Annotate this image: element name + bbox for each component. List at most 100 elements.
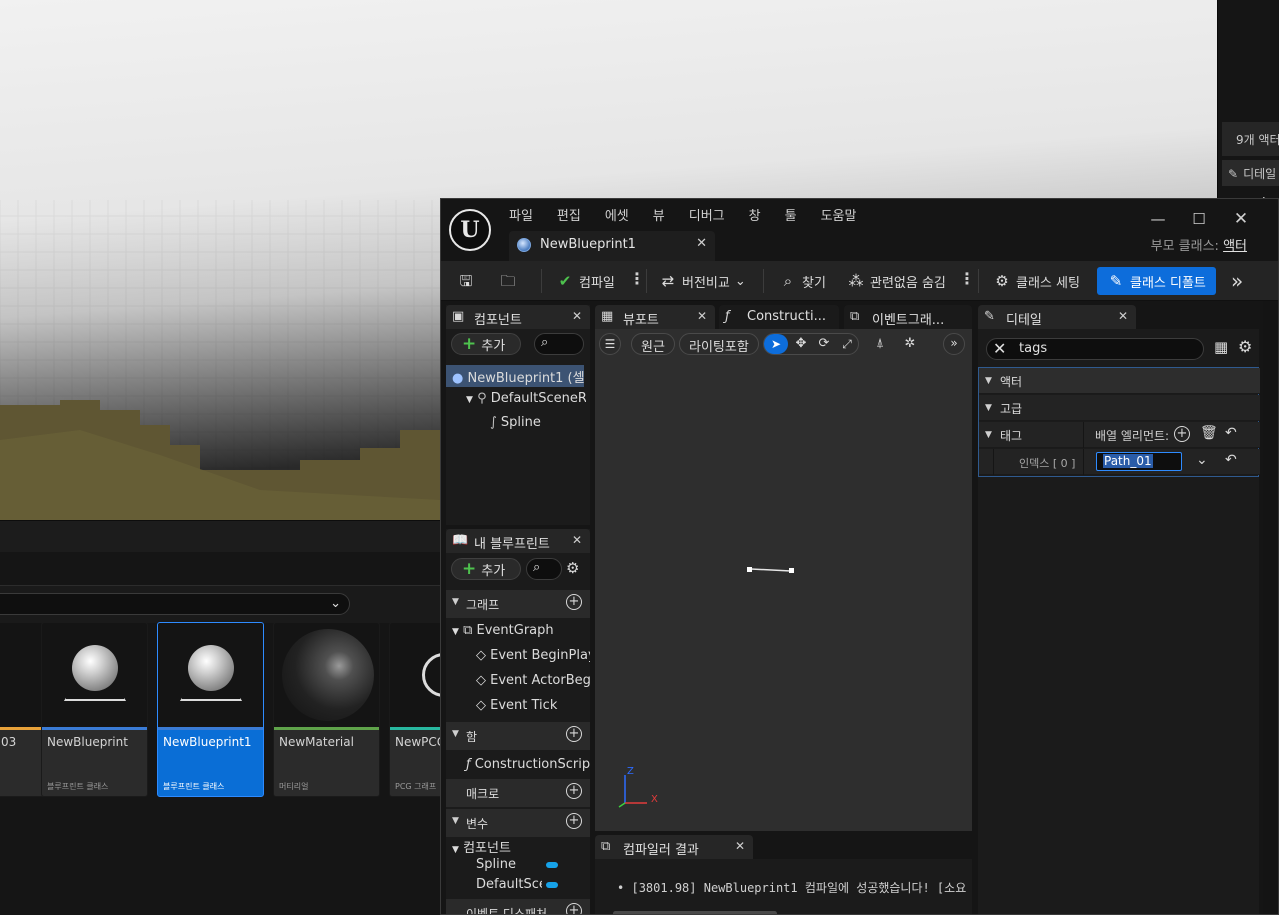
component-defaultsceneroot[interactable]: ▼ ⚲ DefaultSceneRoot [446,389,586,411]
close-tab-icon[interactable]: ✕ [697,309,707,323]
menu-help[interactable]: 도움말 [821,205,869,225]
collapse-arrow-icon: ▼ [985,430,992,440]
menu-edit[interactable]: 편집 [557,205,593,225]
title-bar[interactable]: U 파일 편집 에셋 뷰 디버그 창 툴 도움말 — ☐ ✕ NewBluepr… [441,199,1278,261]
add-member-button[interactable]: + 추가 [451,558,521,580]
property-tags[interactable]: ▼ 태그 배열 엘리먼트: + 🗑 ↶ [979,422,1260,448]
close-tab-icon[interactable]: ✕ [696,236,707,251]
blueprint-editor-window[interactable]: U 파일 편집 에셋 뷰 디버그 창 툴 도움말 — ☐ ✕ NewBluepr… [440,198,1279,915]
find-button[interactable]: ⌕ 찾기 [779,267,826,295]
reset-to-default-icon[interactable]: ↶ [1225,425,1237,441]
my-blueprint-search-input[interactable]: ⌕ [526,558,562,580]
pedestal-icon [180,689,242,701]
document-tab-newblueprint1[interactable]: NewBlueprint1 ✕ [509,231,715,261]
document-tab-label: NewBlueprint1 [540,237,636,252]
event-graph-item[interactable]: ▼ ⧉ EventGraph [446,619,590,641]
component-root-self[interactable]: ● NewBlueprint1 (셀프) [446,365,584,387]
section-graphs[interactable]: ▼ 그래프 + [446,590,590,618]
section-functions[interactable]: ▼ 함 + [446,722,590,750]
asset-tile[interactable]: NewBlueprint 블루프린트 클래스 [41,622,148,797]
asset-thumbnail [274,623,379,728]
menu-debug[interactable]: 디버그 [689,205,737,225]
class-settings-button[interactable]: ⚙ 클래스 세팅 [993,267,1080,295]
tab-construction-script[interactable]: ƒ Constructi... [719,305,839,329]
close-window-button[interactable]: ✕ [1231,209,1251,229]
menu-bar: 파일 편집 에셋 뷰 디버그 창 툴 도움말 [509,205,880,225]
component-spline[interactable]: ∫ Spline [446,413,586,435]
compile-button[interactable]: ✔ 컴파일 [556,267,615,295]
close-tab-icon[interactable]: ✕ [1118,309,1128,323]
category-actor[interactable]: ▼ 액터 [979,368,1260,394]
add-macro-icon[interactable]: + [566,783,582,799]
add-graph-icon[interactable]: + [566,594,582,610]
tag-value-input[interactable]: Path_01 [1096,452,1182,471]
table-view-icon[interactable]: ▦ [1214,338,1228,356]
trash-icon[interactable]: 🗑 [1200,425,1218,441]
my-blueprint-tab[interactable]: 📖 내 블루프린트 ✕ [446,529,590,553]
tab-label: 이벤트그래... [872,313,945,328]
asset-tile[interactable]: NewMaterial 머티리얼 [273,622,380,797]
add-array-element-icon[interactable]: + [1174,426,1190,442]
add-variable-icon[interactable]: + [566,813,582,829]
close-tab-icon[interactable]: ✕ [735,839,745,853]
horizontal-scrollbar[interactable] [613,911,777,914]
asset-tile-selected[interactable]: NewBlueprint1 블루프린트 클래스 [157,622,264,797]
function-item[interactable]: ƒ ConstructionScript [446,753,590,775]
details-tab[interactable]: ✎ 디테일 [1222,160,1279,186]
tab-compiler-results[interactable]: ⧉ 컴파일러 결과 ✕ [595,835,753,859]
content-browser-path-dropdown[interactable]: ⌄ [0,593,350,615]
unreal-logo-icon: U [449,209,491,251]
browse-button[interactable]: 🗀 [499,267,517,295]
event-item[interactable]: ◇ Event Tick [446,694,590,716]
asset-type-strip [274,727,379,730]
add-dispatcher-icon[interactable]: + [566,903,582,914]
compiler-results-panel: • [3801.98] NewBlueprint1 컴파일에 성공했습니다! [… [595,859,972,914]
gear-icon[interactable]: ⚙ [566,559,579,577]
event-item[interactable]: ◇ Event ActorBeginOverlap [446,669,590,691]
add-function-icon[interactable]: + [566,726,582,742]
diff-button[interactable]: ⇄ 버전비교 ⌄ [659,267,746,295]
tab-details[interactable]: ✎ 디테일 ✕ [978,305,1136,329]
components-tab[interactable]: ▣ 컴포넌트 ✕ [446,305,590,329]
add-label: 추가 [481,338,506,354]
details-search-input[interactable]: ✕ tags [986,338,1204,360]
section-macros[interactable]: 매크로 + [446,779,590,807]
variable-category[interactable]: ▼ 컴포넌트 [446,835,590,857]
reset-to-default-icon[interactable]: ↶ [1225,452,1237,468]
menu-asset[interactable]: 에셋 [605,205,641,225]
close-panel-icon[interactable]: ✕ [572,533,582,547]
close-panel-icon[interactable]: ✕ [572,309,582,323]
variable-item[interactable]: Spline [446,855,590,877]
section-variables[interactable]: ▼ 변수 + [446,809,590,837]
compiler-message[interactable]: • [3801.98] NewBlueprint1 컴파일에 성공했습니다! [… [617,879,966,896]
save-button[interactable]: 🖫 [457,267,475,295]
hide-unrelated-button[interactable]: ⁂ 관련없음 숨김 [847,267,946,295]
gear-icon[interactable]: ⚙ [1238,337,1252,356]
parent-class-link[interactable]: 액터 [1223,239,1247,254]
clear-search-icon[interactable]: ✕ [993,339,1006,358]
tab-label: 디테일 [1006,313,1042,328]
class-defaults-button[interactable]: ✎ 클래스 디폴트 [1097,267,1216,295]
tab-viewport[interactable]: ▦ 뷰포트 ✕ [595,305,715,329]
event-item[interactable]: ◇ Event BeginPlay [446,644,590,666]
category-advanced[interactable]: ▼ 고급 [979,395,1260,421]
menu-file[interactable]: 파일 [509,205,545,225]
menu-window[interactable]: 창 [749,205,773,225]
compile-options-icon[interactable]: ⋮ [629,269,645,288]
tab-event-graph[interactable]: ⧉ 이벤트그래... [844,305,972,329]
add-component-button[interactable]: + 추가 [451,333,521,355]
section-event-dispatchers[interactable]: 이벤트 디스패처 + [446,899,590,914]
find-icon: ⌕ [783,272,793,290]
variable-item[interactable]: DefaultSceneRoot [446,875,590,897]
menu-tools[interactable]: 툴 [785,205,809,225]
components-search-input[interactable]: ⌕ [534,333,584,355]
blueprint-viewport[interactable]: ☰ 원근 라이팅포함 ➤ ✥ ⟳ ⤢ ⍋ ✲ » Z X [595,329,972,831]
asset-name: NewBlueprint [47,735,128,749]
menu-view[interactable]: 뷰 [653,205,677,225]
chevron-down-icon[interactable]: ⌄ [1196,452,1208,468]
minimize-button[interactable]: — [1148,209,1168,229]
property-tag-element-0[interactable]: 인덱스 [ 0 ] Path_01 ⌄ ↶ [979,449,1260,475]
toolbar-overflow-icon[interactable]: » [1231,267,1243,295]
more-options-icon[interactable]: ⋮ [959,269,975,288]
maximize-button[interactable]: ☐ [1189,209,1209,229]
